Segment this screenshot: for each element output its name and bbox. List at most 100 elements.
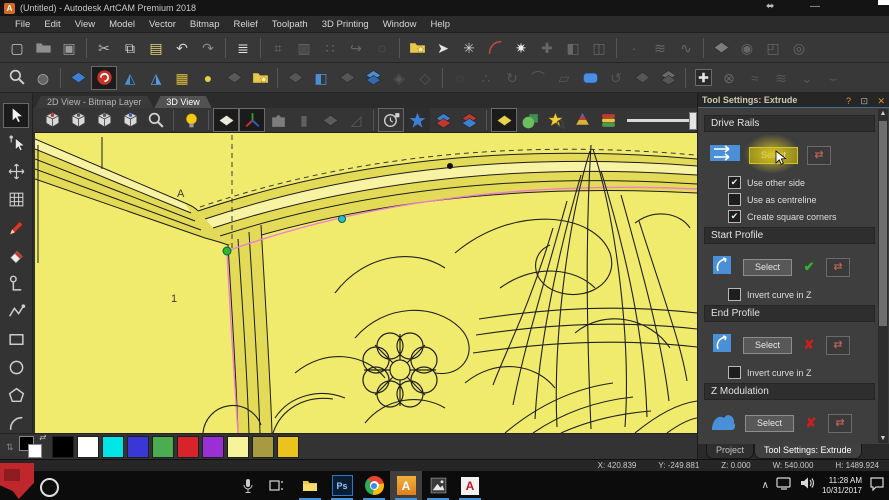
measure-dot-icon[interactable]: · [621, 36, 647, 60]
erase-tool-icon[interactable] [3, 243, 29, 268]
photos-icon[interactable] [422, 471, 454, 500]
zoom-objects-icon[interactable] [4, 66, 30, 90]
mirror-vectors-icon[interactable]: ◫ [586, 36, 612, 60]
section-header-z-modulation[interactable]: Z Modulation [704, 383, 875, 400]
texture-dots-icon[interactable]: ≋ [647, 36, 673, 60]
polygon-tool-icon[interactable] [3, 383, 29, 408]
background-color[interactable] [28, 444, 42, 458]
spin-relief-icon[interactable]: ◎ [786, 36, 812, 60]
fg-bg-color-selector[interactable]: ⇄ [18, 436, 44, 458]
star-tool-icon[interactable]: ✷ [508, 36, 534, 60]
dome-icon[interactable]: ⌣ [820, 66, 846, 90]
plane-gray-icon[interactable] [317, 108, 343, 132]
subtract-relief-icon[interactable]: ⊗ [716, 66, 742, 90]
view-tab-3d-view[interactable]: 3D View [154, 96, 211, 108]
new-model-icon[interactable]: ▢ [4, 36, 30, 60]
end-profile-select-button[interactable]: Select [743, 337, 792, 354]
preview-search-icon[interactable] [543, 108, 569, 132]
file-explorer-icon[interactable] [294, 471, 326, 500]
shading-opacity-slider[interactable] [627, 108, 697, 132]
color-swatch-2[interactable] [102, 436, 124, 458]
merge-high-icon[interactable]: ≈ [742, 66, 768, 90]
scrollbar-thumb[interactable] [879, 121, 887, 326]
envelope-icon[interactable]: ◧ [560, 36, 586, 60]
restore-window-button[interactable]: ⬌ [766, 1, 774, 12]
rail-node-black[interactable] [447, 163, 453, 169]
distort-grid-tool-icon[interactable] [3, 187, 29, 212]
texture-relief-icon[interactable]: ▦ [169, 66, 195, 90]
menu-item-model[interactable]: Model [102, 17, 142, 32]
node-edit-tool-icon[interactable] [3, 131, 29, 156]
scale-relief-icon[interactable]: ◈ [386, 66, 412, 90]
start-profile-select-button[interactable]: Select [743, 259, 792, 276]
panel-tab-tool-settings-extrude[interactable]: Tool Settings: Extrude [754, 444, 862, 459]
layer-stack-icon[interactable] [655, 66, 681, 90]
color-swatch-1[interactable] [77, 436, 99, 458]
photoshop-icon[interactable]: Ps [326, 471, 358, 500]
start-profile-swap-button[interactable]: ⇄ [826, 258, 850, 277]
minimize-window-button[interactable]: — [810, 1, 820, 12]
checkbox-box[interactable]: ✔ [728, 210, 741, 223]
color-swatch-7[interactable] [227, 436, 249, 458]
view-tab-2d-view-bitmap-layer[interactable]: 2D View - Bitmap Layer [35, 96, 153, 108]
swap-colors-icon[interactable]: ⇄ [39, 433, 46, 442]
microphone-icon[interactable] [236, 474, 260, 497]
transform-tool-icon[interactable] [3, 159, 29, 184]
origin-axes-icon[interactable] [239, 108, 265, 132]
bitmap-layers-icon[interactable] [456, 108, 482, 132]
menu-item-bitmap[interactable]: Bitmap [183, 17, 227, 32]
copy-icon[interactable]: ⧉ [117, 36, 143, 60]
shapes-layer-icon[interactable] [517, 108, 543, 132]
material-icon[interactable]: ▮ [291, 108, 317, 132]
turn-icon[interactable]: ↺ [603, 66, 629, 90]
section-header-start-profile[interactable]: Start Profile [704, 227, 875, 244]
relief-from-vectors-icon[interactable]: ◮ [143, 66, 169, 90]
help-button[interactable]: ? [846, 96, 851, 106]
slider-track[interactable] [627, 119, 697, 122]
node-editing-icon[interactable]: ✳ [456, 36, 482, 60]
orbit-view-icon[interactable]: ◍ [30, 66, 56, 90]
paste-icon[interactable]: ▤ [143, 36, 169, 60]
checkbox-box[interactable] [728, 288, 741, 301]
menu-item-file[interactable]: File [8, 17, 37, 32]
two-rail-sweep-icon[interactable]: ⌒ [525, 66, 551, 90]
snap-icon[interactable]: ✚ [534, 36, 560, 60]
red-shield-icon[interactable] [0, 463, 34, 499]
panel-scrollbar[interactable]: ▲ ▼ [878, 109, 888, 443]
drive-rails-select-button[interactable]: Select [749, 147, 798, 164]
panel-tab-project[interactable]: Project [706, 444, 754, 459]
select-tool-icon[interactable] [3, 103, 29, 128]
notes-icon[interactable]: ≣ [230, 36, 256, 60]
weave-icon[interactable] [629, 66, 655, 90]
add-relief-icon[interactable] [690, 66, 716, 90]
checkbox-use-other-side[interactable]: ✔Use other side [728, 176, 877, 189]
smooth-relief-icon[interactable]: ● [195, 66, 221, 90]
menu-item-3d-printing[interactable]: 3D Printing [315, 17, 376, 32]
checkbox-box[interactable]: ✔ [728, 176, 741, 189]
close-panel-button[interactable]: ✕ [877, 96, 885, 106]
relief-diamond-icon[interactable] [708, 36, 734, 60]
active-layer-icon[interactable] [491, 108, 517, 132]
vector-clipart-folder-icon[interactable] [404, 36, 430, 60]
menu-item-toolpath[interactable]: Toolpath [265, 17, 315, 32]
block-copy-icon[interactable]: ▥ [291, 36, 317, 60]
autodesk-a-icon[interactable]: A [454, 471, 486, 500]
view-along-x-icon[interactable] [91, 108, 117, 132]
sculpt-icon[interactable]: ◇ [412, 66, 438, 90]
color-swatch-0[interactable] [52, 436, 74, 458]
light-icon[interactable] [178, 108, 204, 132]
rail-node-green[interactable] [223, 247, 231, 255]
z-modulation-select-button[interactable]: Select [745, 415, 794, 432]
block-model-icon[interactable] [265, 108, 291, 132]
notification-center-icon[interactable] [869, 476, 885, 496]
checkbox-invert-curve-in-z[interactable]: Invert curve in Z [728, 366, 877, 379]
tilt-gray-icon[interactable]: ◿ [343, 108, 369, 132]
fillet-icon[interactable]: ↪ [343, 36, 369, 60]
emboss-icon[interactable]: ◉ [734, 36, 760, 60]
drive-rails-swap-button[interactable]: ⇄ [807, 146, 831, 165]
save-model-icon[interactable]: ▣ [56, 36, 82, 60]
menu-item-vector[interactable]: Vector [142, 17, 183, 32]
create-curve-icon[interactable] [482, 36, 508, 60]
menu-item-view[interactable]: View [68, 17, 102, 32]
cut-icon[interactable]: ✂ [91, 36, 117, 60]
